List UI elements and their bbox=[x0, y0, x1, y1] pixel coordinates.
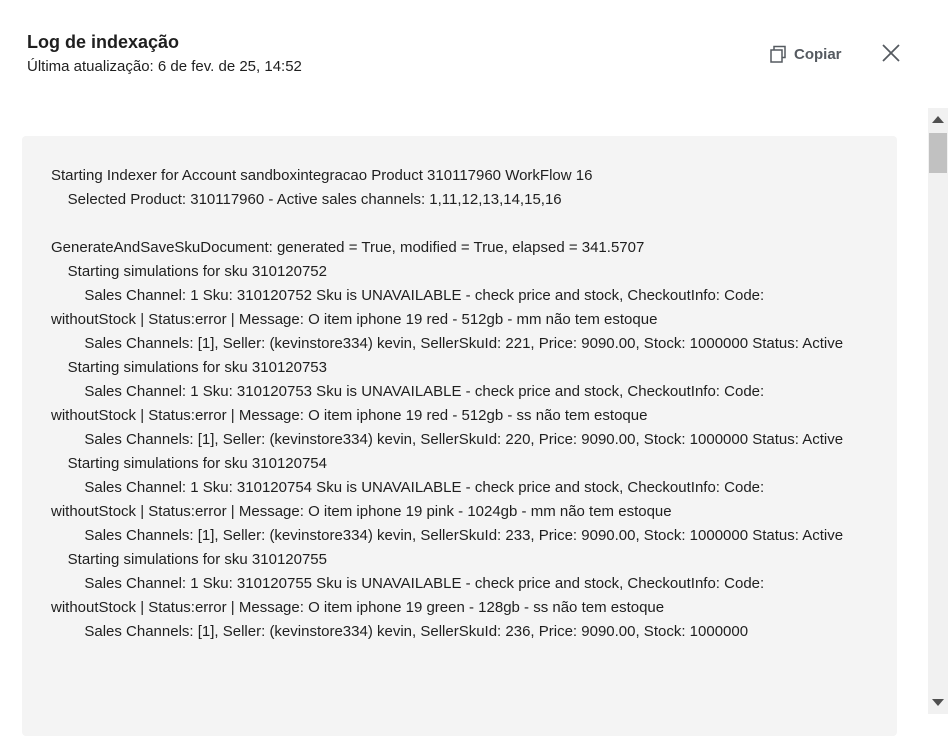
last-updated-text: Última atualização: 6 de fev. de 25, 14:… bbox=[27, 58, 302, 75]
log-header: Log de indexação Última atualização: 6 d… bbox=[27, 30, 302, 78]
scrollbar-thumb[interactable] bbox=[929, 133, 947, 173]
scrollbar[interactable] bbox=[928, 108, 948, 714]
scroll-up-icon[interactable] bbox=[932, 116, 944, 123]
log-text: Starting Indexer for Account sandboxinte… bbox=[51, 167, 844, 640]
close-icon bbox=[881, 43, 901, 68]
copy-icon bbox=[768, 44, 788, 64]
log-panel: Starting Indexer for Account sandboxinte… bbox=[22, 136, 897, 736]
page-title: Log de indexação bbox=[27, 32, 180, 52]
copy-button-label: Copiar bbox=[794, 45, 842, 63]
scroll-down-icon[interactable] bbox=[932, 699, 944, 706]
copy-button[interactable]: Copiar bbox=[768, 42, 842, 66]
close-button[interactable] bbox=[878, 42, 904, 68]
